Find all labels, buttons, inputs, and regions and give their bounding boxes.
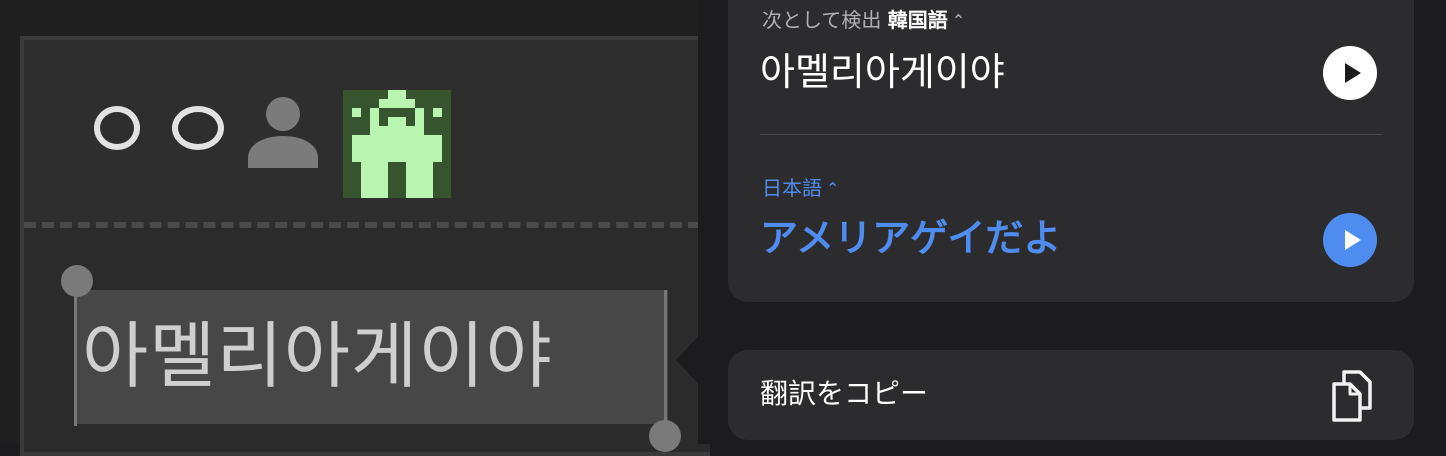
- chevron-up-down-icon: ⌃: [951, 11, 966, 30]
- ring-icon: [172, 106, 224, 150]
- target-language-selector[interactable]: 日本語 ⌃: [762, 172, 839, 201]
- source-language-selector[interactable]: 次として検出 韓国語 ⌃: [762, 4, 965, 33]
- play-translation-button[interactable]: [1323, 213, 1377, 267]
- pixel-invader-icon: [343, 90, 451, 198]
- selection-start-handle[interactable]: [61, 265, 93, 297]
- popover-arrow: [676, 334, 700, 386]
- dashed-divider: [24, 222, 700, 228]
- play-icon: [1344, 63, 1361, 83]
- target-language: 日本語: [762, 176, 822, 200]
- play-source-button[interactable]: [1323, 46, 1377, 100]
- selection-start-caret: [74, 282, 77, 426]
- selection-end-caret: [664, 290, 667, 438]
- selection-end-handle[interactable]: [649, 420, 681, 452]
- ring-icon: [94, 106, 140, 150]
- person-icon: [248, 97, 318, 168]
- translated-text: アメリアゲイだよ: [760, 216, 1062, 260]
- selected-text[interactable]: 아멜리아게이야: [82, 296, 553, 416]
- source-language: 韓国語: [887, 8, 948, 32]
- card-divider: [760, 134, 1382, 135]
- copy-icon: [1332, 370, 1372, 422]
- play-icon: [1344, 230, 1361, 250]
- chevron-up-down-icon: ⌃: [826, 179, 840, 198]
- copy-translation-label: 翻訳をコピー: [760, 377, 929, 410]
- detected-as-label: 次として検出: [762, 8, 882, 32]
- source-text: 아멜리아게이야: [760, 50, 1005, 94]
